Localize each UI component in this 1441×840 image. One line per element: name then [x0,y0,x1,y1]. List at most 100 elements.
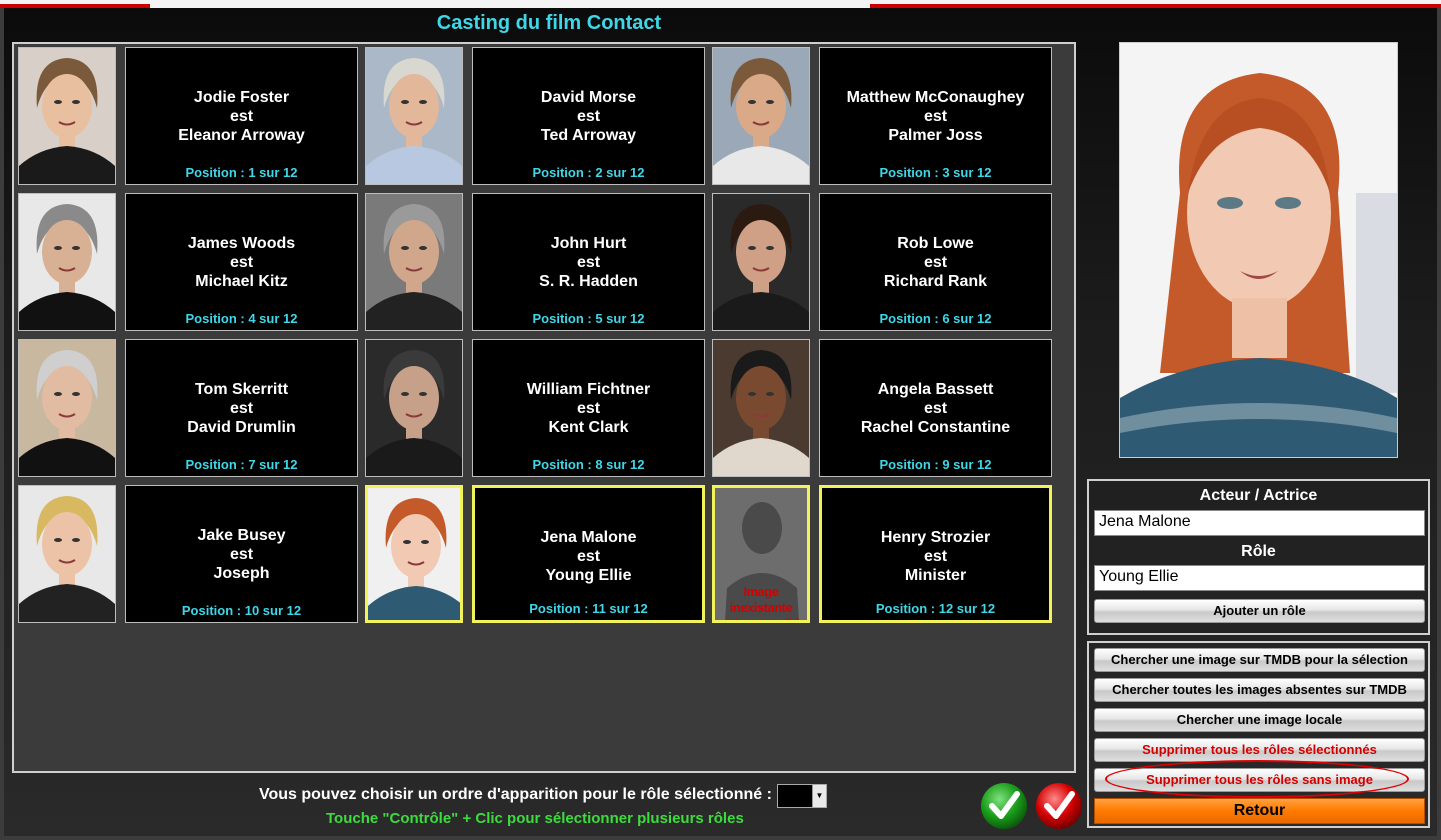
actor-name: Rob Lowe [897,235,974,252]
position-label: Position : 4 sur 12 [185,311,298,326]
actor-name: Jake Busey [197,527,286,544]
cast-card-text: Jake Busey est Joseph [126,526,357,583]
actor-name: Matthew McConaughey [846,89,1025,106]
actor-photo[interactable] [365,339,463,477]
order-prompt: Vous pouvez choisir un ordre d'apparitio… [259,786,772,803]
missing-image-label: Image inexistanteou inaccessible [715,584,807,620]
est-word: est [576,548,601,565]
actor-portrait [19,486,115,622]
actor-photo[interactable] [18,47,116,185]
cast-card[interactable]: David Morse est Ted Arroway Position : 2 su… [472,47,705,185]
page-title: Casting du film Contact [436,12,662,34]
est-word: est [923,108,948,125]
multi-select-hint: Touche "Contrôle" + Clic pour sélectionn… [326,810,744,827]
actor-name: William Fichtner [526,381,651,398]
cast-card[interactable]: Matthew McConaughey est Palmer Joss Positio… [819,47,1052,185]
position-label: Position : 6 sur 12 [879,311,992,326]
est-word: est [229,400,254,417]
cast-card[interactable]: Tom Skerritt est David Drumlin Position : 7… [125,339,358,477]
cast-card[interactable]: Angela Bassett est Rachel Constantine Posit… [819,339,1052,477]
cast-card-text: Angela Bassett est Rachel Constantine [820,380,1051,437]
actor-photo[interactable] [18,193,116,331]
search-tmdb-all-button[interactable]: Chercher toutes les images absentes sur … [1094,678,1425,702]
actor-input[interactable]: Jena Malone [1094,510,1425,536]
actor-name: Tom Skerritt [194,381,289,398]
cast-card[interactable]: Jodie Foster est Eleanor Arroway Position :… [125,47,358,185]
position-label: Position : 9 sur 12 [879,457,992,472]
position-label: Position : 2 sur 12 [532,165,645,180]
actor-photo[interactable] [365,485,463,623]
cast-card-text: John Hurt est S. R. Hadden [473,234,704,291]
actor-photo[interactable] [712,339,810,477]
actor-portrait [19,340,115,476]
checkmark-icon [1036,783,1082,829]
cast-card[interactable]: William Fichtner est Kent Clark Position : … [472,339,705,477]
search-tmdb-selection-button[interactable]: Chercher une image sur TMDB pour la séle… [1094,648,1425,672]
actor-photo[interactable] [18,485,116,623]
back-button[interactable]: Retour [1094,798,1425,824]
actor-role-panel: Acteur / Actrice Jena Malone Rôle Young … [1087,479,1430,635]
est-word: est [576,108,601,125]
est-word: est [923,254,948,271]
position-label: Position : 11 sur 12 [529,601,648,616]
cast-card[interactable]: John Hurt est S. R. Hadden Position : 5 sur… [472,193,705,331]
actor-photo[interactable] [712,47,810,185]
est-word: est [576,254,601,271]
role-name: Palmer Joss [888,127,983,144]
actor-portrait [366,340,462,476]
actor-portrait [713,48,809,184]
cast-card[interactable]: Jena Malone est Young Ellie Position : 11 s… [472,485,705,623]
cast-card-text: Jodie Foster est Eleanor Arroway [126,88,357,145]
chevron-down-icon[interactable]: ▼ [812,785,826,807]
actor-portrait [366,48,462,184]
search-local-image-button[interactable]: Chercher une image locale [1094,708,1425,732]
validate-button[interactable] [980,782,1028,830]
actor-photo[interactable] [712,193,810,331]
missing-image-placeholder[interactable]: Image inexistanteou inaccessible [712,485,810,623]
role-name: Eleanor Arroway [178,127,305,144]
actor-portrait [366,194,462,330]
actor-name: David Morse [540,89,637,106]
cancel-button[interactable] [1035,782,1083,830]
cast-card[interactable]: Jake Busey est Joseph Position : 10 sur 12 [125,485,358,623]
est-word: est [229,546,254,563]
actor-portrait [19,194,115,330]
position-label: Position : 3 sur 12 [879,165,992,180]
actor-name: John Hurt [550,235,627,252]
cast-card[interactable]: Rob Lowe est Richard Rank Position : 6 sur … [819,193,1052,331]
cast-card-text: Jena Malone est Young Ellie [475,528,702,585]
role-name: Kent Clark [548,419,629,436]
cast-card-text: Tom Skerritt est David Drumlin [126,380,357,437]
role-name: David Drumlin [187,419,296,436]
role-name: Michael Kitz [195,273,288,290]
checkmark-icon [981,783,1027,829]
position-label: Position : 8 sur 12 [532,457,645,472]
role-name: Minister [904,567,967,584]
actor-portrait [368,488,460,620]
actor-photo[interactable] [365,193,463,331]
actor-photo[interactable] [18,339,116,477]
actions-panel: Chercher une image sur TMDB pour la séle… [1087,641,1430,828]
actor-portrait [713,340,809,476]
role-name: S. R. Hadden [539,273,638,290]
cast-card[interactable]: James Woods est Michael Kitz Position : 4 s… [125,193,358,331]
position-label: Position : 7 sur 12 [185,457,298,472]
role-name: Young Ellie [545,567,632,584]
est-word: est [229,254,254,271]
actor-name: Jodie Foster [193,89,290,106]
order-select[interactable]: ▼ [777,784,827,808]
role-name: Richard Rank [883,273,988,290]
actor-name: James Woods [187,235,296,252]
cast-card-text: Matthew McConaughey est Palmer Joss [820,88,1051,145]
cast-card-text: Rob Lowe est Richard Rank [820,234,1051,291]
cast-card[interactable]: Henry Strozier est Minister Position : 12 s… [819,485,1052,623]
role-name: Rachel Constantine [860,419,1011,436]
highlight-annotation [1105,760,1409,798]
cast-card-text: William Fichtner est Kent Clark [473,380,704,437]
role-input[interactable]: Young Ellie [1094,565,1425,591]
delete-selected-roles-button[interactable]: Supprimer tous les rôles sélectionnés [1094,738,1425,762]
est-word: est [576,400,601,417]
role-name: Ted Arroway [540,127,637,144]
actor-photo[interactable] [365,47,463,185]
add-role-button[interactable]: Ajouter un rôle [1094,599,1425,623]
